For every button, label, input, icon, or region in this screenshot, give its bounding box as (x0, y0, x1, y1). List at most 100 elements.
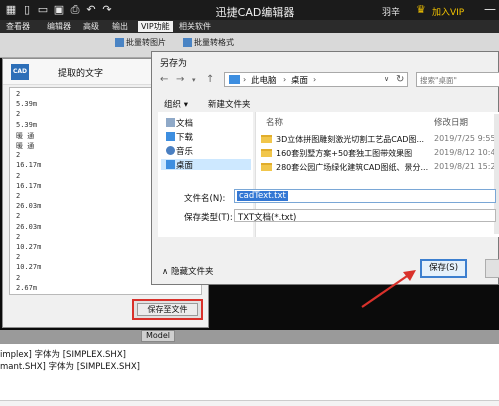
text-line: 2 (16, 212, 21, 220)
save-to-file-button[interactable]: 保存至文件 (137, 303, 198, 316)
column-header-name[interactable]: 名称 (266, 116, 283, 128)
app-menu-icon[interactable]: ▦ (4, 3, 18, 17)
batch-to-image-button[interactable]: 批量转图片 (115, 37, 166, 48)
breadcrumb-desktop[interactable]: 桌面 (291, 74, 308, 86)
hide-folders-toggle[interactable]: ∧ 隐藏文件夹 (162, 265, 213, 277)
text-line: 5.39m (16, 121, 38, 129)
text-line: 16.17m (16, 182, 42, 190)
text-line: 26.03m (16, 223, 42, 231)
text-line: 10.27m (16, 243, 42, 251)
image-icon (115, 38, 124, 47)
undo-icon[interactable]: ↶ (84, 3, 98, 17)
command-console: implex] 字体为 [SIMPLEX.SHX] mant.SHX] 字体为 … (0, 343, 499, 406)
folder-icon (261, 149, 272, 157)
search-input[interactable] (420, 75, 498, 85)
join-vip-link[interactable]: 加入VIP (432, 5, 464, 18)
file-date: 2019/8/21 15:2 (434, 162, 496, 171)
chevron-right-icon: › (283, 75, 287, 84)
cad-logo: CAD (11, 64, 29, 80)
text-line: 2 (16, 274, 21, 282)
menu-related-software[interactable]: 相关软件 (176, 21, 214, 32)
text-line: 2 (16, 151, 21, 159)
nav-item-documents[interactable]: 文档 (176, 117, 193, 129)
filetype-value: TXT文档(*.txt) (238, 213, 297, 223)
menu-viewer[interactable]: 查看器 (3, 21, 33, 32)
refresh-icon[interactable]: ↻ (396, 74, 404, 85)
new-file-icon[interactable]: ▯ (20, 3, 34, 17)
music-icon (166, 146, 175, 155)
layout-tab-strip (0, 330, 499, 343)
crown-icon: ♛ (416, 3, 426, 16)
filename-label: 文件名(N): (184, 194, 226, 204)
save-button[interactable]: 保存(S) (420, 259, 467, 278)
menu-output[interactable]: 输出 (109, 21, 131, 32)
command-input[interactable] (0, 400, 499, 406)
chevron-right-icon: › (243, 75, 247, 84)
breadcrumb-this-pc[interactable]: 此电脑 (251, 74, 277, 86)
minimize-icon[interactable]: — (484, 2, 496, 16)
file-date: 2019/7/25 9:55 (434, 134, 496, 143)
up-arrow-icon[interactable]: ↑ (206, 74, 214, 85)
folder-icon (229, 75, 240, 84)
column-header-modified[interactable]: 修改日期 (434, 116, 468, 128)
filename-field[interactable]: cadText.txt (234, 189, 496, 203)
file-date: 2019/8/12 10:4 (434, 148, 496, 157)
forward-arrow-icon[interactable]: → (176, 74, 184, 85)
menu-advanced[interactable]: 高级 (80, 21, 102, 32)
menu-vip[interactable]: VIP功能 (138, 21, 173, 32)
download-icon (166, 132, 175, 141)
documents-icon (166, 118, 175, 127)
back-arrow-icon[interactable]: ← (160, 74, 168, 85)
filetype-label: 保存类型(T): (184, 213, 233, 223)
text-line: 暖 通 (16, 132, 35, 140)
text-line: 2 (16, 253, 21, 261)
text-line: 5.39m (16, 100, 38, 108)
title-bar: ▦ ▯ ▭ ▣ ⎙ ↶ ↷ 迅捷CAD编辑器 羽辛 ♛ 加入VIP — (0, 0, 499, 20)
cancel-button[interactable] (485, 259, 499, 278)
console-line: implex] 字体为 [SIMPLEX.SHX] (0, 350, 126, 360)
organize-button[interactable]: 组织 ▾ (164, 98, 188, 110)
file-row[interactable]: 160套别墅方案+50套独工图带效果图 (261, 148, 412, 160)
text-line: 10.27m (16, 263, 42, 271)
model-tab[interactable]: Model (141, 330, 176, 342)
nav-item-music[interactable]: 音乐 (176, 145, 193, 157)
menu-editor[interactable]: 编辑器 (44, 21, 74, 32)
folder-icon (261, 135, 272, 143)
file-row[interactable]: 280套公园广场绿化建筑CAD图纸、景分... (261, 162, 428, 174)
file-row[interactable]: 3D立体拼图雕刻激光切割工艺品CAD图... (261, 134, 424, 146)
app-title: 迅捷CAD编辑器 (215, 6, 295, 19)
text-line: 2 (16, 172, 21, 180)
dialog-title: 另存为 (160, 59, 188, 69)
chevron-right-icon: › (313, 75, 317, 84)
text-line: 暖 通 (16, 142, 35, 150)
filetype-select[interactable]: TXT文档(*.txt) (234, 209, 496, 223)
panel-title: 提取的文字 (58, 69, 104, 79)
address-bar[interactable]: › 此电脑 › 桌面 › ∨ ↻ (224, 72, 408, 87)
convert-icon (183, 38, 192, 47)
text-line: 2 (16, 233, 21, 241)
text-line: 2 (16, 192, 21, 200)
save-to-file-highlight: 保存至文件 (132, 299, 203, 320)
filename-value: cadText.txt (237, 191, 288, 201)
console-line: mant.SHX] 字体为 [SIMPLEX.SHX] (0, 362, 140, 372)
text-line: 16.17m (16, 161, 42, 169)
print-icon[interactable]: ⎙ (68, 3, 82, 17)
redo-icon[interactable]: ↷ (100, 3, 114, 17)
search-box[interactable] (416, 72, 499, 87)
open-folder-icon[interactable]: ▭ (36, 3, 50, 17)
chevron-down-icon[interactable]: ∨ (384, 75, 389, 83)
desktop-icon (166, 160, 175, 169)
batch-to-format-button[interactable]: 批量转格式 (183, 37, 234, 48)
text-line: 2.67m (16, 284, 38, 292)
folder-icon (261, 163, 272, 171)
recent-dropdown-icon[interactable]: ▾ (192, 76, 196, 84)
nav-item-downloads[interactable]: 下载 (176, 131, 193, 143)
chevron-up-icon: ∧ (162, 267, 171, 277)
save-icon[interactable]: ▣ (52, 3, 66, 17)
new-folder-button[interactable]: 新建文件夹 (208, 98, 251, 110)
user-name[interactable]: 羽辛 (382, 5, 400, 18)
text-line: 26.03m (16, 202, 42, 210)
text-line: 2 (16, 90, 21, 98)
menu-bar: 查看器 编辑器 高级 输出 VIP功能 相关软件 (0, 20, 499, 33)
text-line: 2 (16, 110, 21, 118)
